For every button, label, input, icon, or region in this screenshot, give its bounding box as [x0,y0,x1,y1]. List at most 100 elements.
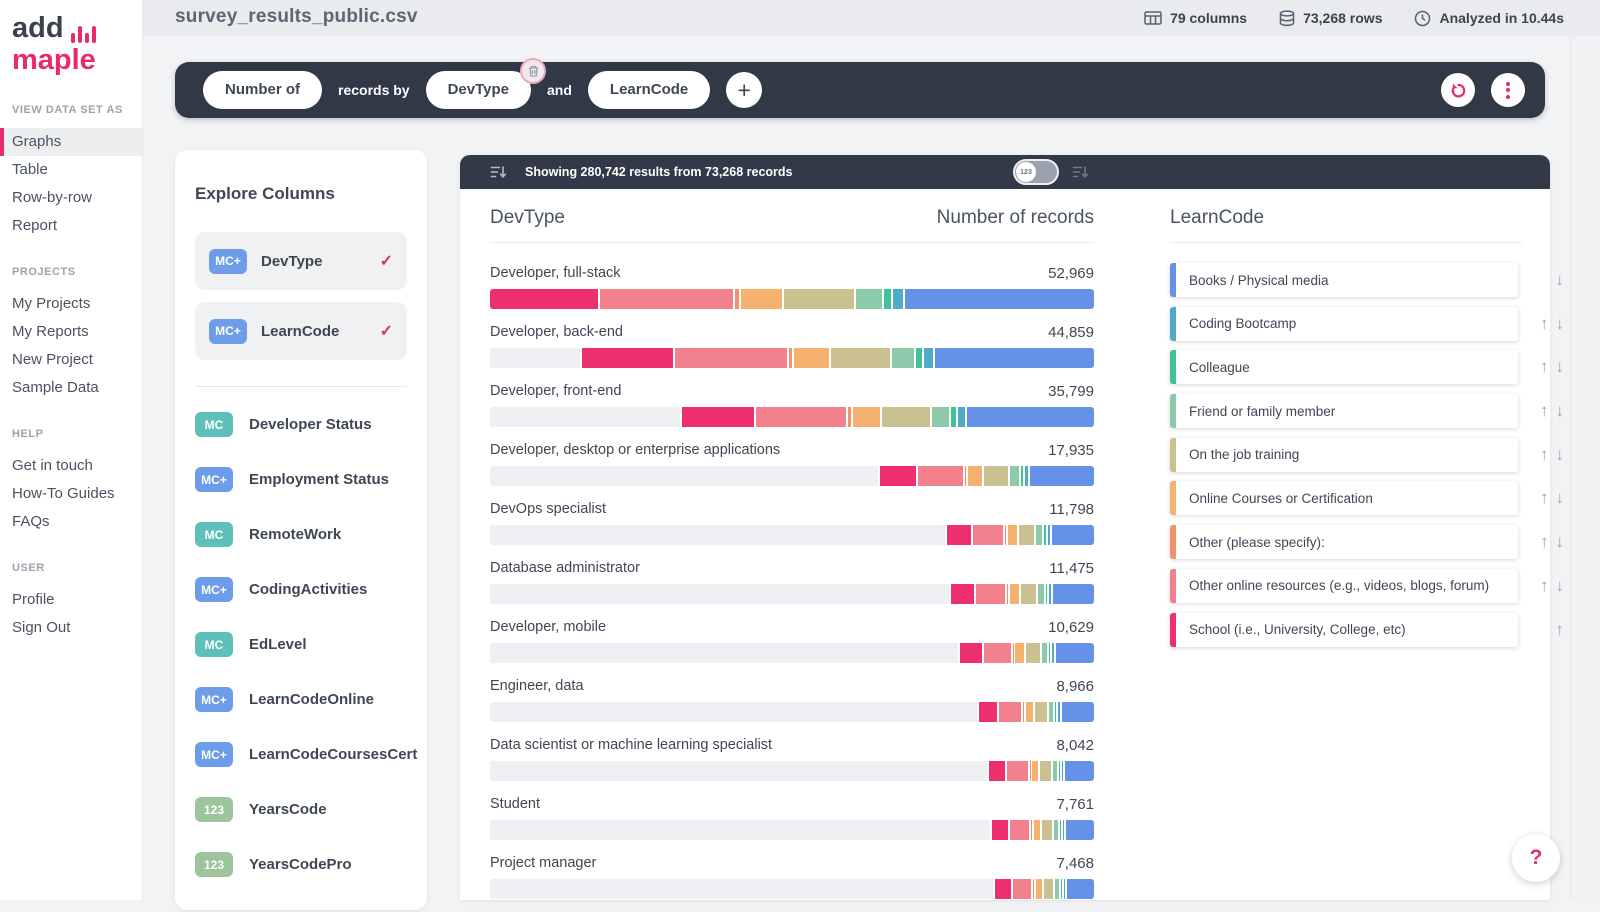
field-pill-devtype[interactable]: DevType [426,71,531,109]
undo-button[interactable] [1441,73,1475,107]
bar-segment-coding-bootcamp[interactable] [1048,525,1050,545]
bar-segment-books-physical-media[interactable] [935,348,1094,368]
bar-segment-coding-bootcamp[interactable] [1052,643,1054,663]
column-item-codingactivities[interactable]: MC+CodingActivities [195,562,407,617]
bar-segment-school-i-e-university-college-etc[interactable] [992,820,1008,840]
sort-down-arrow[interactable]: ↓ [1556,445,1565,465]
add-field-button[interactable]: + [726,72,762,108]
bar-segment-other-online-resources-e-g-videos-blogs-forum[interactable] [675,348,788,368]
stacked-bar[interactable] [490,525,1094,545]
bar-segment-school-i-e-university-college-etc[interactable] [682,407,754,427]
bar-segment-on-the-job-training[interactable] [1026,643,1040,663]
bar-segment-coding-bootcamp[interactable] [958,407,965,427]
bar-segment-online-courses-or-certification[interactable] [968,466,982,486]
bar-segment-school-i-e-university-college-etc[interactable] [995,879,1010,899]
selected-column-learncode[interactable]: MC+LearnCode✓ [195,302,407,360]
bar-segment-other-online-resources-e-g-videos-blogs-forum[interactable] [1013,879,1032,899]
bar-segment-online-courses-or-certification[interactable] [1010,584,1019,604]
bar-segment-online-courses-or-certification[interactable] [1026,702,1033,722]
bar-segment-school-i-e-university-college-etc[interactable] [960,643,982,663]
column-item-yearscode[interactable]: 123YearsCode [195,782,407,837]
bar-segment-other-please-specify[interactable] [848,407,850,427]
bar-segment-friend-or-family-member[interactable] [856,289,882,309]
bar-segment-books-physical-media[interactable] [1066,820,1094,840]
bar-segment-on-the-job-training[interactable] [1042,820,1052,840]
sort-descending-icon[interactable] [490,164,507,180]
stacked-bar[interactable] [490,643,1094,663]
bar-segment-friend-or-family-member[interactable] [1010,466,1019,486]
bar-segment-colleague[interactable] [1061,879,1062,899]
bar-segment-friend-or-family-member[interactable] [932,407,950,427]
bar-segment-other-online-resources-e-g-videos-blogs-forum[interactable] [973,525,1003,545]
column-item-yearscodepro[interactable]: 123YearsCodePro [195,837,407,892]
sort-up-arrow[interactable]: ↑ [1540,532,1549,552]
sort-down-arrow[interactable]: ↓ [1556,532,1565,552]
sidebar-item-get-in-touch[interactable]: Get in touch [0,452,142,480]
bar-segment-online-courses-or-certification[interactable] [1034,820,1040,840]
bar-segment-colleague[interactable] [1059,761,1060,781]
sidebar-item-report[interactable]: Report [0,212,142,240]
bar-segment-coding-bootcamp[interactable] [1058,702,1060,722]
sort-down-arrow[interactable]: ↓ [1556,270,1565,290]
bar-segment-other-please-specify[interactable] [735,289,739,309]
bar-segment-other-online-resources-e-g-videos-blogs-forum[interactable] [756,407,846,427]
sidebar-item-table[interactable]: Table [0,156,142,184]
field-pill-learncode[interactable]: LearnCode [588,71,710,109]
bar-segment-school-i-e-university-college-etc[interactable] [880,466,916,486]
bar-segment-friend-or-family-member[interactable] [1049,702,1053,722]
bar-segment-colleague[interactable] [1055,702,1056,722]
more-menu-button[interactable] [1491,73,1525,107]
bar-segment-books-physical-media[interactable] [1067,879,1094,899]
bar-segment-other-please-specify[interactable] [965,466,966,486]
bar-segment-books-physical-media[interactable] [967,407,1094,427]
sidebar-item-row-by-row[interactable]: Row-by-row [0,184,142,212]
legend-card[interactable]: Other online resources (e.g., videos, bl… [1170,569,1518,603]
bar-segment-books-physical-media[interactable] [905,289,1094,309]
sidebar-item-sign-out[interactable]: Sign Out [0,614,142,642]
stacked-bar[interactable] [490,466,1094,486]
sidebar-item-faqs[interactable]: FAQs [0,508,142,536]
bar-segment-school-i-e-university-college-etc[interactable] [989,761,1005,781]
stacked-bar[interactable] [490,289,1094,309]
bar-segment-on-the-job-training[interactable] [831,348,890,368]
bar-segment-other-please-specify[interactable] [1023,702,1024,722]
sidebar-item-new-project[interactable]: New Project [0,346,142,374]
sort-up-arrow[interactable]: ↑ [1540,314,1549,334]
bar-segment-on-the-job-training[interactable] [1040,761,1051,781]
bar-segment-colleague[interactable] [1060,820,1061,840]
bar-segment-books-physical-media[interactable] [1062,702,1094,722]
bar-segment-other-please-specify[interactable] [789,348,792,368]
bar-segment-other-online-resources-e-g-videos-blogs-forum[interactable] [984,643,1011,663]
sidebar-item-how-to-guides[interactable]: How-To Guides [0,480,142,508]
bar-segment-school-i-e-university-college-etc[interactable] [582,348,673,368]
sort-down-arrow[interactable]: ↓ [1556,314,1565,334]
bar-segment-friend-or-family-member[interactable] [1038,584,1044,604]
bar-segment-friend-or-family-member[interactable] [1053,761,1057,781]
legend-card[interactable]: Books / Physical media [1170,263,1518,297]
bar-segment-coding-bootcamp[interactable] [924,348,932,368]
bar-segment-on-the-job-training[interactable] [1021,584,1036,604]
bar-segment-colleague[interactable] [1049,643,1050,663]
sidebar-item-my-reports[interactable]: My Reports [0,318,142,346]
legend-card[interactable]: Online Courses or Certification [1170,481,1518,515]
bar-segment-friend-or-family-member[interactable] [1054,820,1058,840]
stacked-bar[interactable] [490,584,1094,604]
sort-up-arrow[interactable]: ↑ [1540,401,1549,421]
bar-segment-online-courses-or-certification[interactable] [853,407,881,427]
bar-segment-online-courses-or-certification[interactable] [794,348,829,368]
bar-segment-other-online-resources-e-g-videos-blogs-forum[interactable] [1010,820,1029,840]
column-item-remotework[interactable]: MCRemoteWork [195,507,407,562]
bar-segment-on-the-job-training[interactable] [984,466,1008,486]
bar-segment-online-courses-or-certification[interactable] [741,289,782,309]
remove-field-button[interactable] [520,58,546,84]
column-item-learncodecoursescert[interactable]: MC+LearnCodeCoursesCert [195,727,407,782]
bar-segment-other-please-specify[interactable] [1030,761,1031,781]
sort-down-arrow[interactable]: ↓ [1556,401,1565,421]
sort-up-arrow[interactable]: ↑ [1540,576,1549,596]
stacked-bar[interactable] [490,761,1094,781]
bar-segment-other-online-resources-e-g-videos-blogs-forum[interactable] [600,289,733,309]
bar-segment-on-the-job-training[interactable] [784,289,854,309]
bar-segment-on-the-job-training[interactable] [1044,879,1054,899]
legend-card[interactable]: On the job training [1170,438,1518,472]
numbers-percent-toggle[interactable]: 123 [1013,159,1059,185]
